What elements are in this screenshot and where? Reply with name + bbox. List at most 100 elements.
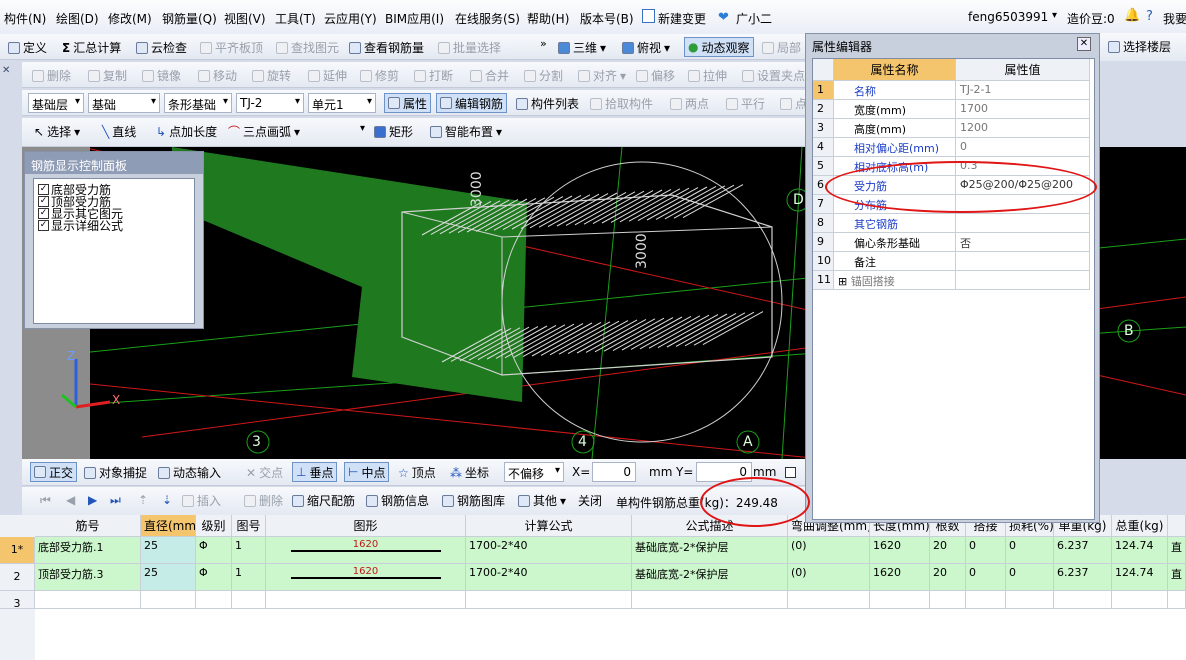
table-cell[interactable]: 1620	[870, 564, 930, 591]
table-cell[interactable]: 1	[232, 537, 266, 564]
table-cell[interactable]	[632, 591, 788, 609]
prop-name[interactable]: 偏心条形基础	[834, 233, 956, 252]
close-icon[interactable]: ✕	[1077, 37, 1091, 51]
table-cell[interactable]	[966, 591, 1006, 609]
menu-view[interactable]: 视图(V)	[224, 10, 266, 27]
insert-row-button[interactable]: 插入	[182, 492, 221, 509]
table-cell[interactable]: 0	[1006, 537, 1054, 564]
table-cell[interactable]: 124.74	[1112, 564, 1168, 591]
coordinate-button[interactable]: ⁂ 坐标	[450, 464, 489, 481]
menu-cloud[interactable]: 云应用(Y)	[324, 10, 377, 27]
prop-name[interactable]: 备注	[834, 252, 956, 271]
table-cell[interactable]: 1620	[266, 564, 466, 591]
flush-slab-top-button[interactable]: 平齐板顶	[200, 39, 263, 56]
move-up-icon[interactable]: ⇡	[138, 493, 148, 507]
smart-layout-button[interactable]: 智能布置 ▾	[430, 123, 502, 140]
line-button[interactable]: ╲ 直线	[102, 123, 136, 140]
table-cell[interactable]: 20	[930, 537, 966, 564]
column-header[interactable]	[1168, 515, 1186, 537]
table-cell[interactable]	[466, 591, 632, 609]
menu-online[interactable]: 在线服务(S)	[455, 10, 520, 27]
table-cell[interactable]: 底部受力筋.1	[35, 537, 141, 564]
dynamic-observe-button[interactable]: ● 动态观察	[684, 37, 754, 57]
table-cell[interactable]	[788, 591, 870, 609]
select-floor-button[interactable]: 选择楼层	[1108, 38, 1171, 55]
point-button[interactable]: 点	[780, 95, 807, 112]
table-cell[interactable]: 1700-2*40	[466, 564, 632, 591]
row-number[interactable]: 3	[0, 591, 35, 609]
component-list-button[interactable]: 构件列表	[516, 95, 579, 112]
menu-modify[interactable]: 修改(M)	[108, 10, 152, 27]
three-point-arc-button[interactable]: ⌒ 三点画弧 ▾	[228, 123, 300, 140]
extend-button[interactable]: 延伸	[308, 67, 347, 84]
select-button[interactable]: ↖ 选择 ▾	[34, 123, 80, 140]
table-cell[interactable]	[232, 591, 266, 609]
local-button[interactable]: 局部	[762, 39, 801, 56]
table-cell[interactable]: 25	[141, 537, 196, 564]
midpoint-button[interactable]: ⊢ 中点	[344, 462, 390, 482]
table-cell[interactable]: 25	[141, 564, 196, 591]
offset-button[interactable]: 偏移	[636, 67, 675, 84]
rectangle-button[interactable]: 矩形	[374, 123, 413, 140]
rebar-library-button[interactable]: 钢筋图库	[442, 492, 505, 509]
table-cell[interactable]: 6.237	[1054, 537, 1112, 564]
close-icon[interactable]: ✕	[2, 65, 10, 76]
table-cell[interactable]: 0	[1006, 564, 1054, 591]
table-cell[interactable]: (0)	[788, 564, 870, 591]
object-snap-button[interactable]: 对象捕捉	[84, 464, 147, 481]
scale-rebar-button[interactable]: 缩尺配筋	[292, 492, 355, 509]
view-3d-button[interactable]: 三维 ▾	[558, 39, 606, 56]
table-cell[interactable]: (0)	[788, 537, 870, 564]
delete-row-button[interactable]: 删除	[244, 492, 283, 509]
other-button[interactable]: 其他 ▾	[518, 492, 566, 509]
menu-bim[interactable]: BIM应用(I)	[385, 10, 444, 27]
prop-value[interactable]: TJ-2-1	[956, 81, 1090, 100]
rebar-info-button[interactable]: 钢筋信息	[366, 492, 429, 509]
question-icon[interactable]: ?	[1146, 9, 1153, 24]
user-name[interactable]: feng6503991	[968, 10, 1048, 24]
bell-icon[interactable]: 🔔	[1124, 8, 1140, 23]
expand-icon[interactable]: ⊞	[838, 275, 851, 288]
component-select[interactable]: TJ-2	[236, 93, 304, 113]
edit-rebar-button[interactable]: 编辑钢筋	[436, 93, 508, 113]
column-header[interactable]: 筋号	[35, 515, 141, 537]
vertex-button[interactable]: ☆ 顶点	[398, 464, 436, 481]
menu-component[interactable]: 构件(N)	[4, 10, 46, 27]
prop-value[interactable]: 否	[956, 233, 1090, 252]
row-number[interactable]: 2	[0, 564, 35, 591]
table-cell[interactable]	[930, 591, 966, 609]
trim-button[interactable]: 修剪	[360, 67, 399, 84]
table-cell[interactable]: 直	[1168, 537, 1186, 564]
offset-mode-select[interactable]: 不偏移	[504, 462, 564, 482]
delete-button[interactable]: 删除	[32, 67, 71, 84]
column-header[interactable]: 图形	[266, 515, 466, 537]
define-button[interactable]: 定义	[8, 39, 47, 56]
menu-version[interactable]: 版本号(B)	[580, 10, 634, 27]
column-header[interactable]: 图号	[232, 515, 266, 537]
property-button[interactable]: 属性	[384, 93, 432, 113]
table-cell[interactable]: 顶部受力筋.3	[35, 564, 141, 591]
category-select[interactable]: 基础	[88, 93, 160, 113]
type-select[interactable]: 条形基础	[164, 93, 232, 113]
table-cell[interactable]: 1620	[266, 537, 466, 564]
break-button[interactable]: 打断	[414, 67, 453, 84]
find-element-button[interactable]: 查找图元	[276, 39, 339, 56]
ortho-button[interactable]: 正交	[30, 462, 78, 482]
mirror-button[interactable]: 镜像	[142, 67, 181, 84]
copy-button[interactable]: 复制	[88, 67, 127, 84]
chevron-down-icon[interactable]: ▾	[360, 123, 365, 134]
table-cell[interactable]: 20	[930, 564, 966, 591]
prop-name[interactable]: ⊞ 锚固搭接	[834, 271, 956, 290]
column-header[interactable]: 级别	[196, 515, 232, 537]
two-points-button[interactable]: 两点	[670, 95, 709, 112]
prop-name[interactable]: 宽度(mm)	[834, 100, 956, 119]
prop-value[interactable]: 0	[956, 138, 1090, 157]
table-cell[interactable]: 6.237	[1054, 564, 1112, 591]
table-cell[interactable]	[1054, 591, 1112, 609]
menu-tools[interactable]: 工具(T)	[275, 10, 316, 27]
menu-rebar-qty[interactable]: 钢筋量(Q)	[162, 10, 217, 27]
table-cell[interactable]: 124.74	[1112, 537, 1168, 564]
table-cell[interactable]	[870, 591, 930, 609]
intersection-button[interactable]: ✕ 交点	[246, 464, 283, 481]
point-length-button[interactable]: ↳ 点加长度	[156, 123, 217, 140]
